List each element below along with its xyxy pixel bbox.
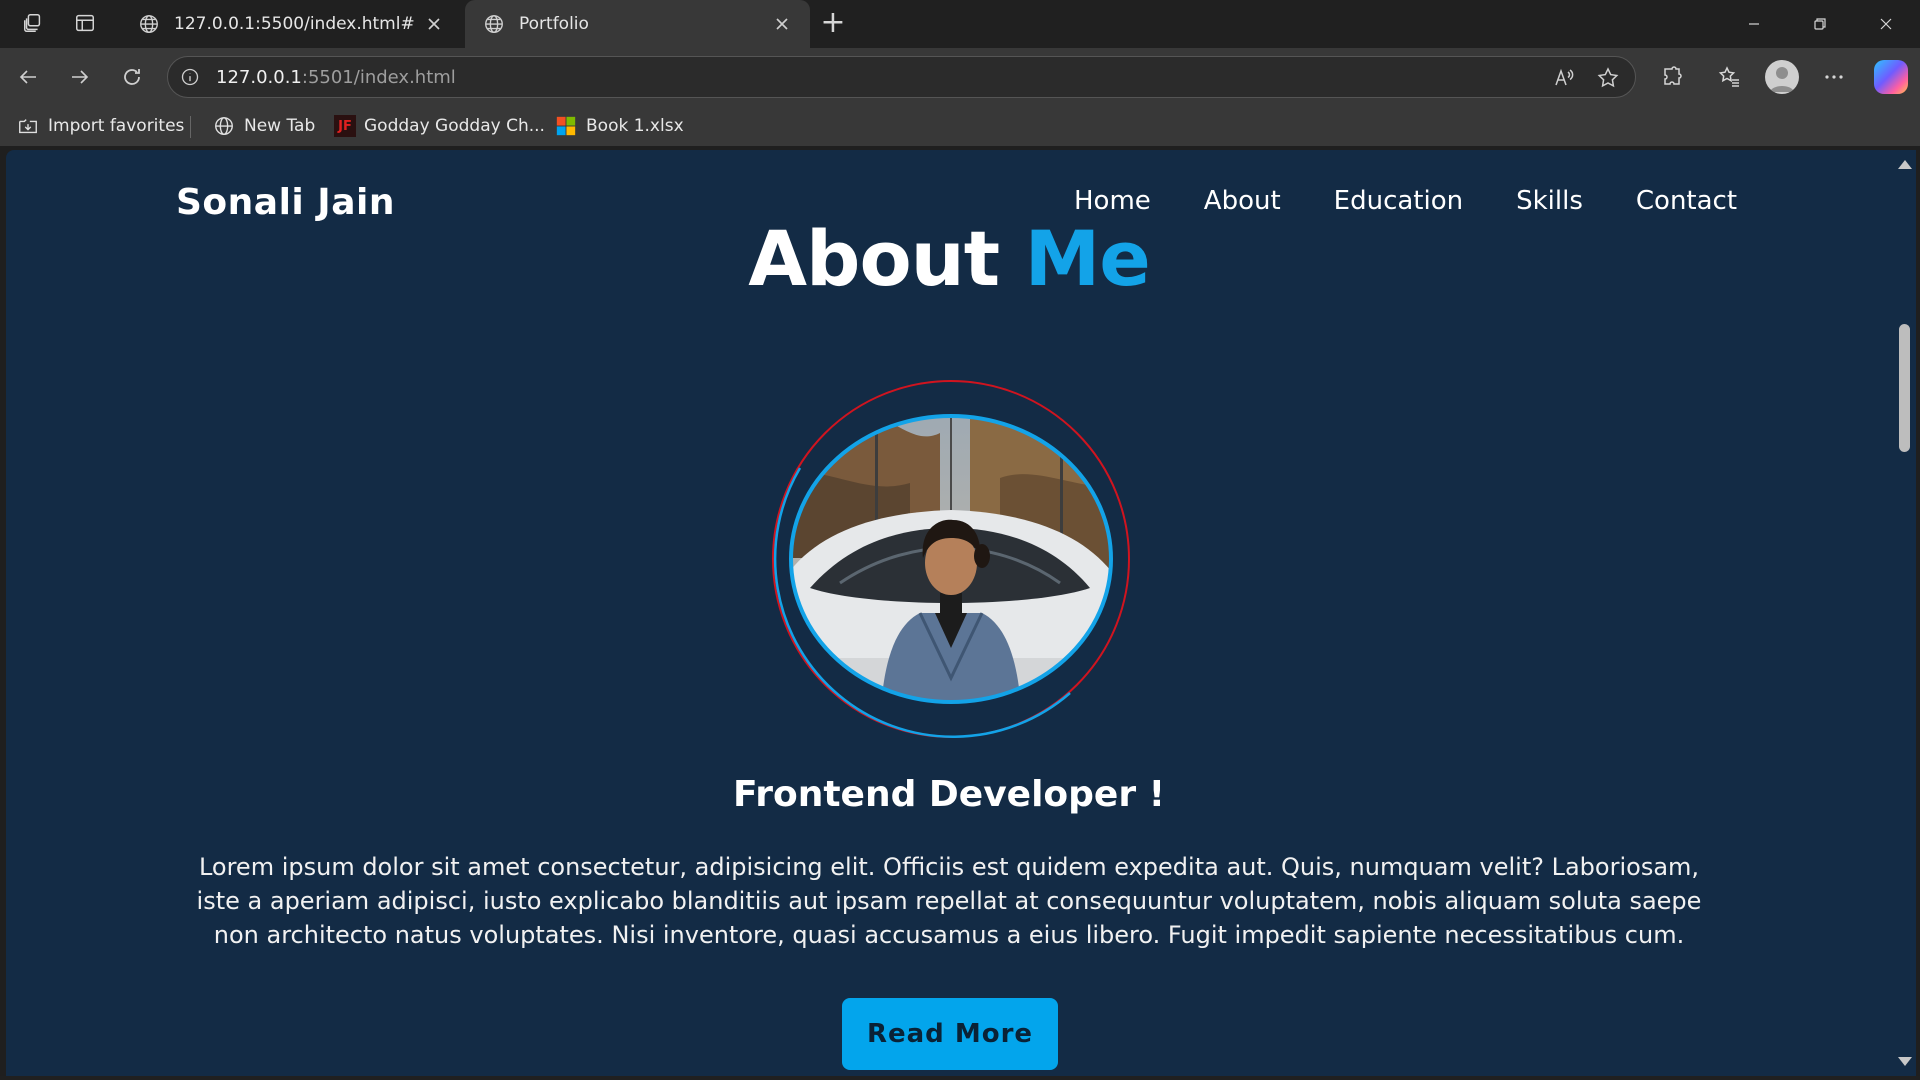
page-viewport: Sonali Jain Home About Education Skills …: [6, 150, 1892, 1076]
favorites-button[interactable]: [1714, 62, 1746, 92]
page-title: About Me: [6, 214, 1892, 303]
favorites-divider: [190, 116, 191, 138]
scroll-thumb[interactable]: [1899, 324, 1910, 452]
role-heading: Frontend Developer !: [732, 774, 1166, 815]
browser-toolbar: 127.0.0.1:5501/index.html: [0, 48, 1920, 106]
arrow-left-icon: [19, 70, 36, 84]
ellipsis-icon: [1825, 75, 1843, 79]
tab-portfolio[interactable]: Portfolio: [465, 0, 810, 48]
read-aloud-icon[interactable]: [1552, 66, 1576, 90]
arrow-right-icon: [72, 70, 89, 84]
refresh-button[interactable]: [116, 62, 148, 92]
copilot-icon[interactable]: [1874, 60, 1908, 94]
read-more-button[interactable]: Read More: [842, 998, 1058, 1070]
nav-home[interactable]: Home: [1074, 186, 1151, 216]
puzzle-icon: [1664, 66, 1682, 85]
nav-education[interactable]: Education: [1334, 186, 1463, 216]
minimize-button[interactable]: [1734, 10, 1774, 38]
globe-icon: [212, 114, 236, 138]
page-scrollbar[interactable]: [1892, 150, 1916, 1076]
scroll-down-icon[interactable]: [1898, 1057, 1912, 1066]
page-title-main: About: [748, 214, 1000, 303]
profile-photo: [770, 378, 1132, 740]
new-tab-button[interactable]: +: [818, 8, 848, 38]
close-window-button[interactable]: [1866, 10, 1906, 38]
favorite-new-tab[interactable]: New Tab: [212, 114, 315, 138]
address-bar[interactable]: 127.0.0.1:5501/index.html: [167, 56, 1636, 98]
tab-localhost[interactable]: 127.0.0.1:5500/index.html#: [120, 0, 462, 48]
close-icon[interactable]: [424, 14, 444, 34]
forward-button[interactable]: [64, 62, 96, 92]
scroll-up-icon[interactable]: [1898, 160, 1912, 169]
site-nav: Home About Education Skills Contact: [1074, 186, 1737, 216]
bio-paragraph: Lorem ipsum dolor sit amet consectetur, …: [196, 853, 1702, 949]
info-icon[interactable]: [180, 67, 200, 87]
workspaces-icon[interactable]: [16, 8, 50, 38]
portrait-image: [791, 416, 1111, 702]
restore-button[interactable]: [1800, 10, 1840, 38]
nav-about[interactable]: About: [1204, 186, 1281, 216]
avatar[interactable]: [1765, 60, 1799, 94]
tab-title: Portfolio: [519, 14, 589, 34]
import-icon: [16, 114, 40, 138]
tab-title: 127.0.0.1:5500/index.html#: [174, 14, 415, 34]
globe-icon: [140, 15, 158, 33]
page-title-accent: Me: [1024, 214, 1151, 303]
refresh-icon: [124, 69, 140, 85]
nav-contact[interactable]: Contact: [1636, 186, 1737, 216]
nav-skills[interactable]: Skills: [1516, 186, 1583, 216]
favorite-book[interactable]: Book 1.xlsx: [554, 114, 684, 138]
favorite-star-icon[interactable]: [1596, 66, 1620, 90]
globe-icon: [485, 15, 503, 33]
favorites-list-icon: [1718, 66, 1739, 87]
tab-actions-icon[interactable]: [68, 8, 102, 38]
jf-icon: JF: [334, 115, 356, 137]
favorites-bar: Import favorites New Tab JF Godday Godda…: [0, 106, 1920, 146]
tab-bar: 127.0.0.1:5500/index.html# Portfolio +: [0, 0, 1920, 48]
windows-icon: [554, 114, 578, 138]
extensions-button[interactable]: [1656, 62, 1688, 92]
url-text[interactable]: 127.0.0.1:5501/index.html: [216, 67, 456, 88]
window-bottom-edge: [0, 1076, 1920, 1080]
favorite-godday[interactable]: JF Godday Godday Ch...: [334, 114, 545, 138]
favorite-import[interactable]: Import favorites: [16, 114, 184, 138]
back-button[interactable]: [12, 62, 44, 92]
close-icon[interactable]: [772, 14, 792, 34]
more-menu-button[interactable]: [1818, 62, 1850, 92]
